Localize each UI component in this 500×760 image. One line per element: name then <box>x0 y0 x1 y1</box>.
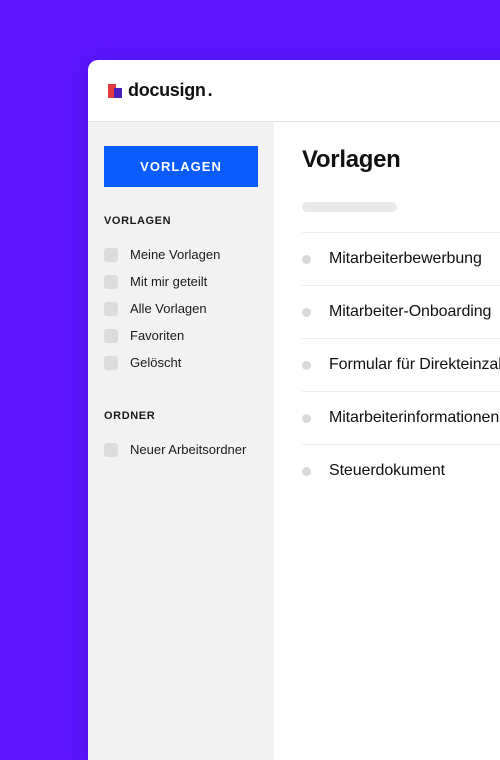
sidebar-section-header-vorlagen: VORLAGEN <box>104 215 258 227</box>
template-name: Formular für Direkteinzahlungen <box>329 356 500 374</box>
template-name: Mitarbeiter-Onboarding <box>329 303 491 321</box>
sidebar-item-meine-vorlagen[interactable]: Meine Vorlagen <box>104 241 258 268</box>
sidebar-list-vorlagen: Meine Vorlagen Mit mir geteilt Alle Vorl… <box>104 241 258 376</box>
page-title: Vorlagen <box>302 146 500 174</box>
folder-icon <box>104 443 118 457</box>
app-window: docusign. Startseite Verwalten VORLAGEN … <box>88 60 500 760</box>
folder-icon <box>104 329 118 343</box>
sidebar: VORLAGEN VORLAGEN Meine Vorlagen Mit mir… <box>88 122 274 760</box>
folder-icon <box>104 302 118 316</box>
sidebar-item-geloscht[interactable]: Gelöscht <box>104 349 258 376</box>
template-name: Mitarbeiterinformationen <box>329 409 499 427</box>
status-dot-icon <box>302 255 311 264</box>
templates-primary-button[interactable]: VORLAGEN <box>104 146 258 187</box>
sidebar-item-label: Favoriten <box>130 328 184 343</box>
status-dot-icon <box>302 308 311 317</box>
template-row[interactable]: Steuerdokument <box>302 444 500 497</box>
filter-row <box>302 202 500 232</box>
status-dot-icon <box>302 467 311 476</box>
topbar: docusign. Startseite Verwalten <box>88 60 500 122</box>
sidebar-list-ordner: Neuer Arbeitsordner <box>104 436 258 463</box>
folder-icon <box>104 356 118 370</box>
folder-icon <box>104 275 118 289</box>
template-row[interactable]: Mitarbeiterbewerbung <box>302 232 500 285</box>
sidebar-item-label: Gelöscht <box>130 355 181 370</box>
template-name: Mitarbeiterbewerbung <box>329 250 482 268</box>
sidebar-item-favoriten[interactable]: Favoriten <box>104 322 258 349</box>
main-content: Vorlagen Mitarbeiterbewerbung Mitarbeite… <box>274 122 500 760</box>
sidebar-item-label: Alle Vorlagen <box>130 301 207 316</box>
status-dot-icon <box>302 414 311 423</box>
body: VORLAGEN VORLAGEN Meine Vorlagen Mit mir… <box>88 122 500 760</box>
template-row[interactable]: Mitarbeiter-Onboarding <box>302 285 500 338</box>
template-list: Mitarbeiterbewerbung Mitarbeiter-Onboard… <box>302 232 500 497</box>
sidebar-item-label: Mit mir geteilt <box>130 274 207 289</box>
status-dot-icon <box>302 361 311 370</box>
template-name: Steuerdokument <box>329 462 445 480</box>
folder-icon <box>104 248 118 262</box>
template-row[interactable]: Formular für Direkteinzahlungen <box>302 338 500 391</box>
sidebar-item-alle-vorlagen[interactable]: Alle Vorlagen <box>104 295 258 322</box>
sidebar-item-neuer-arbeitsordner[interactable]: Neuer Arbeitsordner <box>104 436 258 463</box>
filter-placeholder <box>302 202 397 212</box>
docusign-logo-icon <box>108 84 122 98</box>
sidebar-item-label: Meine Vorlagen <box>130 247 220 262</box>
brand-logo[interactable]: docusign. <box>108 80 213 101</box>
brand-name: docusign <box>128 80 206 101</box>
sidebar-item-mit-mir-geteilt[interactable]: Mit mir geteilt <box>104 268 258 295</box>
sidebar-section-header-ordner: ORDNER <box>104 410 258 422</box>
template-row[interactable]: Mitarbeiterinformationen <box>302 391 500 444</box>
sidebar-item-label: Neuer Arbeitsordner <box>130 442 246 457</box>
